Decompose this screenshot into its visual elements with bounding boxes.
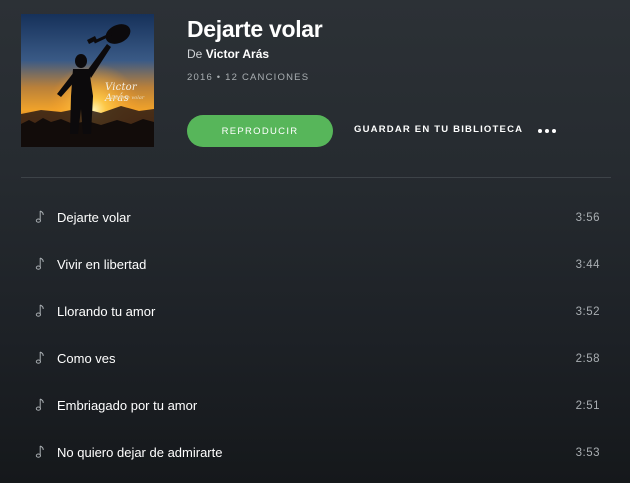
track-title: Llorando tu amor [57,304,156,319]
music-note-icon [35,445,44,458]
track-list: Dejarte volar 3:56 Vivir en libertad 3:4… [21,194,611,476]
music-note-icon [35,257,44,270]
album-title: Dejarte volar [187,16,323,42]
play-button[interactable]: REPRODUCIR [187,115,333,147]
album-meta: 2016 • 12 CANCIONES [187,72,310,83]
track-row[interactable]: Vivir en libertad 3:44 [21,241,611,288]
track-duration: 3:44 [575,258,600,271]
track-title: Vivir en libertad [57,257,147,272]
album-byline: De Victor Arás [187,47,269,61]
header-divider [21,177,611,178]
byline-prefix: De [187,47,203,61]
music-note-icon [35,210,44,223]
track-title: No quiero dejar de admirarte [57,445,223,460]
music-note-icon [35,304,44,317]
track-title: Dejarte volar [57,210,131,225]
track-row[interactable]: Llorando tu amor 3:52 [21,288,611,335]
track-row[interactable]: Como ves 2:58 [21,335,611,382]
track-row[interactable]: No quiero dejar de admirarte 3:53 [21,429,611,476]
dot [552,129,556,133]
dot [545,129,549,133]
more-options-icon[interactable] [538,123,562,139]
album-header: Victor Arás Dejarte volar Dejarte volar … [0,0,630,178]
track-duration: 2:51 [575,399,600,412]
music-note-icon [35,398,44,411]
track-title: Embriagado por tu amor [57,398,198,413]
track-row[interactable]: Embriagado por tu amor 2:51 [21,382,611,429]
track-duration: 2:58 [575,352,600,365]
cover-subtitle-text: Dejarte volar [111,95,145,101]
cover-art-image [21,14,154,147]
album-cover[interactable]: Victor Arás Dejarte volar [21,14,154,147]
save-to-library-button[interactable]: GUARDAR EN TU BIBLIOTECA [354,124,523,135]
track-duration: 3:56 [575,211,600,224]
track-duration: 3:52 [575,305,600,318]
dot [538,129,542,133]
artist-link[interactable]: Victor Arás [206,47,269,61]
music-note-icon [35,351,44,364]
track-duration: 3:53 [575,446,600,459]
track-title: Como ves [57,351,116,366]
track-row[interactable]: Dejarte volar 3:56 [21,194,611,241]
